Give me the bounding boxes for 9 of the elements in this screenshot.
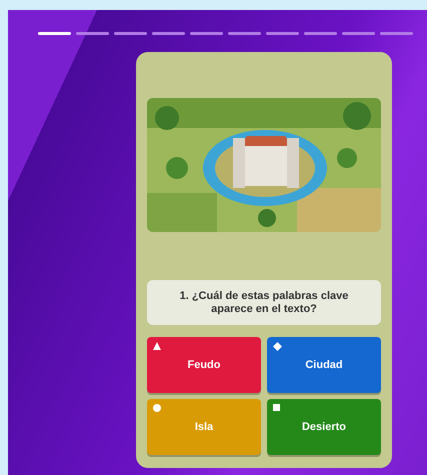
answer-button[interactable]: Ciudad (267, 337, 381, 393)
answer-button[interactable]: Isla (147, 399, 261, 455)
diamond-icon (273, 342, 282, 351)
question-text: 1. ¿Cuál de estas palabras clave aparece en el texto? (178, 290, 350, 316)
circle-icon (153, 404, 161, 412)
triangle-icon (153, 342, 161, 350)
square-icon (273, 404, 280, 411)
answer-button[interactable]: Desierto (267, 399, 381, 455)
answer-button[interactable]: Feudo (147, 337, 261, 393)
